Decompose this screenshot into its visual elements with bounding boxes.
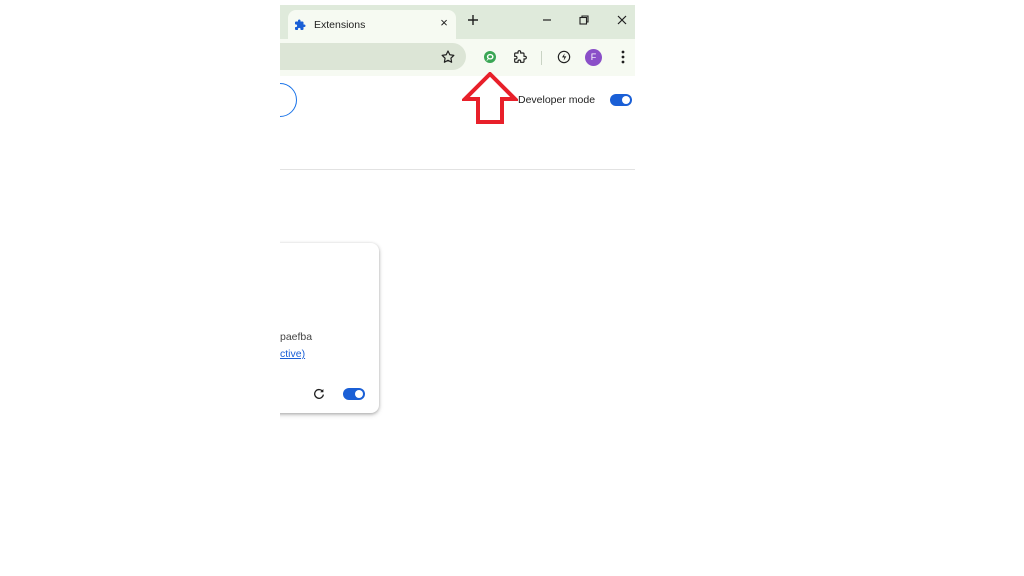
toggle-knob <box>622 96 630 104</box>
extension-id: paefba <box>280 331 313 343</box>
star-icon[interactable] <box>440 49 456 65</box>
close-icon[interactable] <box>616 14 628 26</box>
address-bar[interactable] <box>280 43 466 70</box>
inspect-views-link[interactable]: ctive) <box>280 348 305 360</box>
developer-mode-label: Developer mode <box>518 94 596 106</box>
leaf-icon[interactable] <box>556 49 572 65</box>
toolbar: F <box>280 39 635 76</box>
extensions-page: Developer mode paefba ctive) <box>280 76 635 425</box>
minimize-icon[interactable] <box>541 14 553 26</box>
plus-icon[interactable] <box>467 14 479 26</box>
browser-window: Extensions × F Developer mode paefba cti… <box>280 5 635 425</box>
chat-bubble-icon[interactable] <box>482 49 498 65</box>
kebab-menu-icon[interactable] <box>615 49 631 65</box>
restore-icon[interactable] <box>578 14 590 26</box>
toggle-knob <box>355 390 363 398</box>
profile-avatar[interactable]: F <box>585 49 602 66</box>
header-divider <box>280 169 635 170</box>
tab-extensions[interactable]: Extensions × <box>288 10 456 39</box>
red-up-arrow-annotation <box>462 72 518 124</box>
extension-enable-toggle[interactable] <box>343 388 365 400</box>
extension-card: paefba ctive) <box>280 243 379 413</box>
search-extensions-input[interactable] <box>280 83 297 117</box>
puzzle-outline-icon[interactable] <box>512 49 528 65</box>
tab-title: Extensions <box>314 19 366 31</box>
toolbar-separator <box>541 51 542 65</box>
developer-mode-toggle[interactable] <box>610 94 632 106</box>
tab-strip: Extensions × <box>280 5 635 39</box>
puzzle-icon <box>295 19 306 30</box>
reload-icon[interactable] <box>312 387 326 401</box>
tab-close-icon[interactable]: × <box>438 16 450 29</box>
